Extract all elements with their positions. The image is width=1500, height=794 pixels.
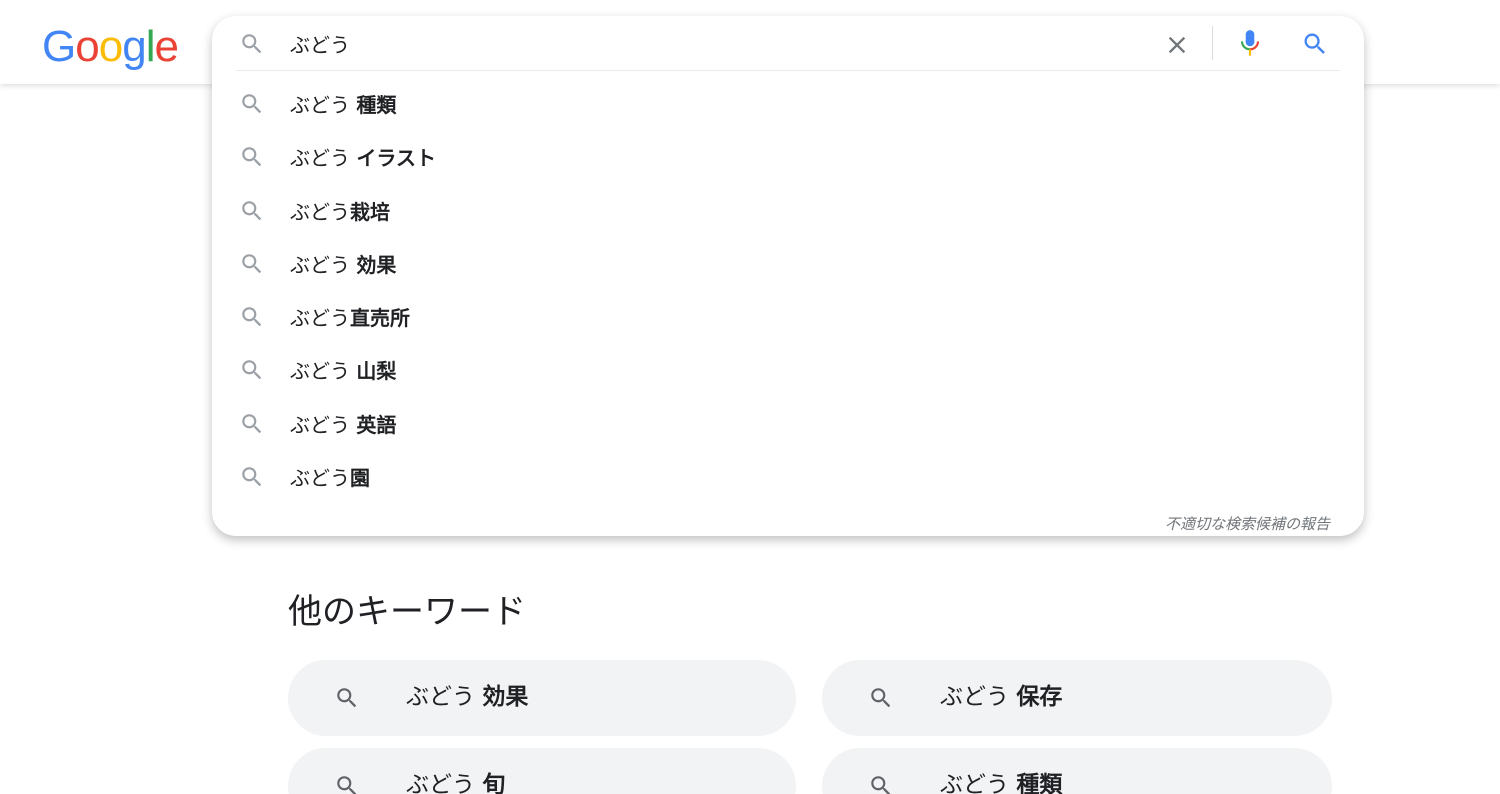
search-icon — [239, 411, 265, 437]
chip-prefix: ぶどう — [406, 772, 483, 794]
suggestion-completion: 山梨 — [356, 359, 397, 384]
suggestion-item[interactable]: ぶどう イラスト — [212, 131, 1364, 184]
related-search-chip[interactable]: ぶどう 種類 — [822, 748, 1332, 794]
related-search-chip[interactable]: ぶどう 効果 — [288, 660, 796, 736]
suggestion-item[interactable]: ぶどう 英語 — [212, 398, 1364, 451]
chip-completion: 保存 — [1016, 684, 1063, 710]
suggestion-text: ぶどう栽培 — [290, 199, 390, 225]
related-search-chip[interactable]: ぶどう 旬 — [288, 748, 796, 794]
suggestion-text: ぶどう 英語 — [290, 412, 396, 438]
suggestion-list: ぶどう 種類 ぶどう イラスト ぶどう栽培 ぶどう 効果 ぶどう直売所 ぶどう … — [212, 78, 1364, 504]
chip-text: ぶどう 種類 — [940, 770, 1062, 794]
chip-prefix: ぶどう — [940, 772, 1017, 794]
suggestion-completion: 園 — [350, 466, 370, 491]
suggestion-prefix: ぶどう — [290, 412, 357, 437]
suggestion-prefix: ぶどう — [290, 93, 357, 117]
chip-prefix: ぶどう — [940, 684, 1017, 710]
logo-letter: o — [75, 22, 100, 71]
suggestion-completion: 直売所 — [350, 306, 410, 331]
suggestion-completion: 種類 — [356, 93, 397, 117]
search-autocomplete-dropdown: ぶどう 種類 ぶどう イラスト ぶどう栽培 ぶどう 効果 ぶどう直売所 ぶどう … — [212, 16, 1364, 536]
search-icon — [239, 251, 265, 277]
google-logo[interactable]: Google — [42, 22, 179, 72]
suggestion-item[interactable]: ぶどう 種類 — [212, 78, 1364, 131]
suggestion-prefix: ぶどう — [290, 359, 357, 384]
search-icon — [239, 464, 265, 490]
suggestion-item[interactable]: ぶどう園 — [212, 451, 1364, 504]
suggestion-text: ぶどう直売所 — [290, 305, 410, 331]
suggestion-completion: 英語 — [356, 412, 397, 437]
suggestion-text: ぶどう 種類 — [290, 92, 396, 118]
chip-completion: 種類 — [1016, 772, 1063, 794]
logo-letter: o — [98, 22, 124, 71]
logo-letter: l — [145, 22, 156, 71]
search-icon — [239, 198, 265, 224]
suggestion-prefix: ぶどう — [290, 199, 350, 224]
search-box — [212, 16, 1364, 72]
search-icon — [239, 357, 265, 383]
search-icon — [239, 304, 265, 330]
suggestion-item[interactable]: ぶどう栽培 — [212, 185, 1364, 238]
search-icon — [334, 773, 360, 794]
divider — [236, 70, 1340, 71]
search-icon — [239, 144, 265, 170]
google-search-button[interactable] — [1301, 30, 1329, 58]
chip-completion: 旬 — [482, 772, 506, 794]
search-input[interactable] — [290, 28, 1150, 58]
logo-letter: e — [154, 22, 179, 71]
chip-completion: 効果 — [482, 684, 529, 710]
suggestion-prefix: ぶどう — [290, 306, 350, 331]
divider — [1212, 26, 1213, 60]
suggestion-item[interactable]: ぶどう直売所 — [212, 291, 1364, 344]
suggestion-prefix: ぶどう — [290, 466, 350, 491]
suggestion-text: ぶどう 山梨 — [290, 358, 396, 384]
suggestion-item[interactable]: ぶどう 山梨 — [212, 344, 1364, 397]
search-icon — [239, 31, 265, 57]
voice-search-button[interactable] — [1237, 28, 1263, 60]
logo-letter: G — [42, 22, 76, 71]
chip-text: ぶどう 効果 — [406, 682, 528, 712]
chip-text: ぶどう 旬 — [406, 770, 505, 794]
clear-search-button[interactable] — [1163, 31, 1191, 59]
suggestion-completion: イラスト — [356, 146, 436, 171]
related-search-chip[interactable]: ぶどう 保存 — [822, 660, 1332, 736]
chip-prefix: ぶどう — [406, 684, 483, 710]
related-searches-title: 他のキーワード — [288, 592, 526, 632]
search-icon — [868, 685, 894, 711]
suggestion-text: ぶどう園 — [290, 465, 370, 491]
report-inappropriate-predictions-link[interactable]: 不適切な検索候補の報告 — [1165, 513, 1330, 534]
search-icon — [868, 773, 894, 794]
search-icon — [239, 91, 265, 117]
mic-icon — [1240, 30, 1260, 56]
suggestion-item[interactable]: ぶどう 効果 — [212, 238, 1364, 291]
suggestion-completion: 栽培 — [350, 199, 390, 224]
suggestion-prefix: ぶどう — [290, 252, 357, 277]
suggestion-completion: 効果 — [356, 252, 397, 277]
logo-letter: g — [122, 22, 147, 71]
suggestion-prefix: ぶどう — [290, 146, 357, 171]
suggestion-text: ぶどう 効果 — [290, 252, 396, 278]
search-icon — [334, 685, 360, 711]
suggestion-text: ぶどう イラスト — [290, 145, 436, 171]
chip-text: ぶどう 保存 — [940, 682, 1062, 712]
